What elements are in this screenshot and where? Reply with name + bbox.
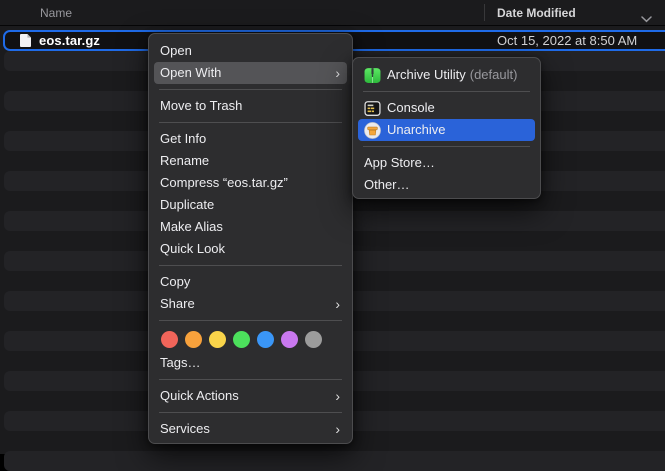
menu-item-quick-actions[interactable]: Quick Actions › [154,385,347,407]
file-row-empty[interactable] [4,451,665,471]
menu-item-label: Duplicate [160,194,214,216]
submenu-item-other[interactable]: Other… [358,174,535,196]
submenu-item-label: Archive Utility [387,64,466,86]
menu-item-label: Open [160,40,192,62]
menu-item-share[interactable]: Share › [154,293,347,315]
chevron-right-icon: › [335,62,340,84]
chevron-right-icon: › [335,385,340,407]
menu-item-label: Get Info [160,128,206,150]
menu-separator [159,412,342,413]
menu-separator [159,265,342,266]
menu-item-make-alias[interactable]: Make Alias [154,216,347,238]
menu-separator [159,122,342,123]
menu-item-services[interactable]: Services › [154,418,347,440]
default-suffix: (default) [470,64,518,86]
finder-window: { "header": { "name_column": "Name", "da… [0,0,665,454]
submenu-item-app-store[interactable]: App Store… [358,152,535,174]
menu-item-duplicate[interactable]: Duplicate [154,194,347,216]
file-date-modified: Oct 15, 2022 at 8:50 AM [497,33,637,48]
menu-separator [159,89,342,90]
menu-separator [159,320,342,321]
file-name: eos.tar.gz [39,33,100,48]
chevron-right-icon: › [335,293,340,315]
document-icon [20,34,31,47]
archive-utility-icon [364,67,381,84]
menu-item-tags[interactable]: Tags… [154,352,347,374]
submenu-item-label: App Store… [364,152,435,174]
menu-item-label: Rename [160,150,209,172]
menu-item-label: Open With [160,62,221,84]
column-header-date-modified[interactable]: Date Modified [497,6,576,20]
menu-separator [159,379,342,380]
menu-item-get-info[interactable]: Get Info [154,128,347,150]
menu-item-copy[interactable]: Copy [154,271,347,293]
menu-item-label: Make Alias [160,216,223,238]
column-header-name[interactable]: Name [40,6,72,20]
submenu-item-archive-utility[interactable]: Archive Utility (default) [358,64,535,86]
submenu-item-label: Unarchive [387,119,446,141]
menu-item-label: Share [160,293,195,315]
submenu-item-unarchive[interactable]: Unarchive [358,119,535,141]
menu-item-rename[interactable]: Rename [154,150,347,172]
tag-color-dot-2[interactable] [209,331,226,348]
tag-color-dot-1[interactable] [185,331,202,348]
menu-item-label: Quick Look [160,238,225,260]
menu-item-quick-look[interactable]: Quick Look [154,238,347,260]
open-with-submenu: Archive Utility (default) Console U [352,57,541,199]
menu-item-open[interactable]: Open [154,40,347,62]
column-divider[interactable] [484,4,485,21]
unarchive-icon [364,122,381,139]
menu-item-label: Compress “eos.tar.gz” [160,172,288,194]
context-menu: Open Open With › Move to Trash Get Info … [148,33,353,444]
tag-dots [154,326,347,352]
sort-chevron-down-icon[interactable] [641,10,652,28]
menu-item-label: Quick Actions [160,385,239,407]
menu-item-label: Move to Trash [160,95,242,117]
list-header: Name Date Modified [0,0,665,26]
menu-separator [363,91,530,92]
menu-item-open-with[interactable]: Open With › [154,62,347,84]
menu-item-compress[interactable]: Compress “eos.tar.gz” [154,172,347,194]
tag-color-dot-3[interactable] [233,331,250,348]
tag-color-dot-6[interactable] [305,331,322,348]
console-icon [364,100,381,117]
tag-color-dot-4[interactable] [257,331,274,348]
menu-item-label: Services [160,418,210,440]
tag-color-dot-0[interactable] [161,331,178,348]
menu-item-label: Tags… [160,352,200,374]
submenu-item-label: Console [387,97,435,119]
submenu-item-label: Other… [364,174,410,196]
menu-item-move-to-trash[interactable]: Move to Trash [154,95,347,117]
tag-color-dot-5[interactable] [281,331,298,348]
menu-separator [363,146,530,147]
chevron-right-icon: › [335,418,340,440]
submenu-item-console[interactable]: Console [358,97,535,119]
menu-item-label: Copy [160,271,190,293]
